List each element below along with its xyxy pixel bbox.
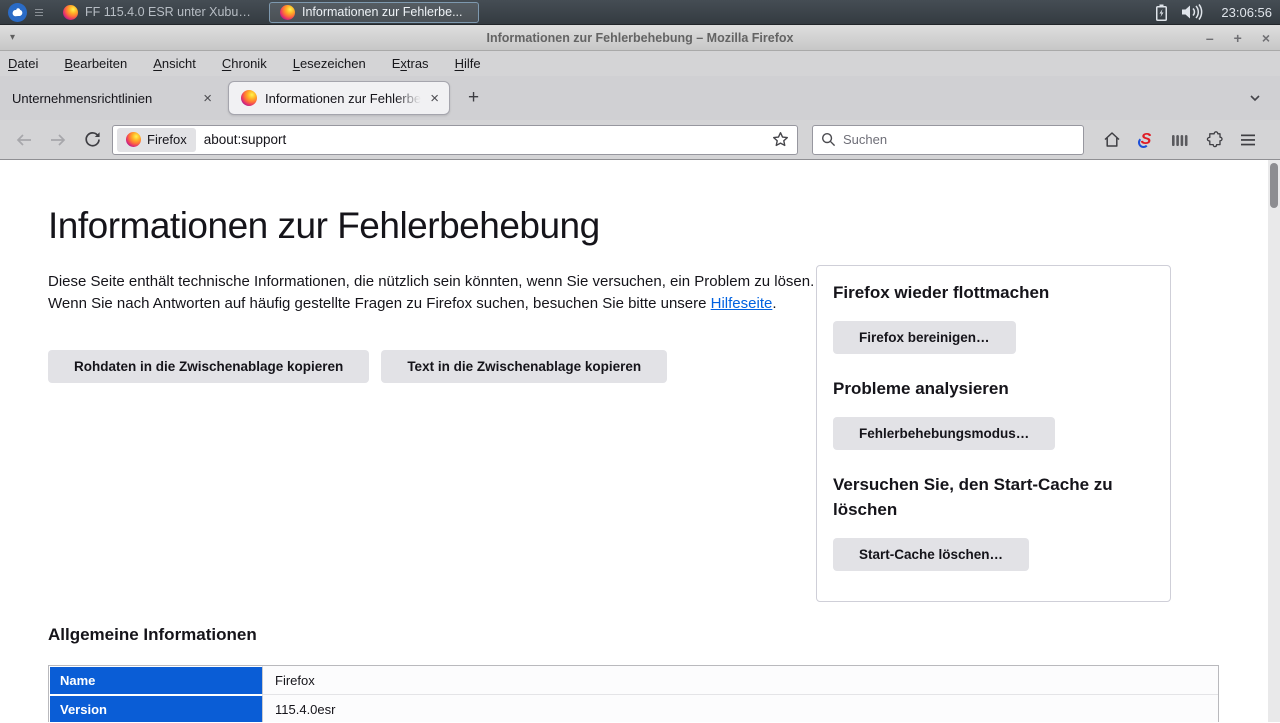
- tab-title: Informationen zur Fehlerbehebung: [265, 91, 424, 106]
- s-extension-button[interactable]: S: [1132, 126, 1160, 154]
- section-heading-general: Allgemeine Informationen: [48, 625, 257, 645]
- copy-raw-button[interactable]: Rohdaten in die Zwischenablage kopieren: [48, 350, 369, 383]
- identity-chip[interactable]: Firefox: [117, 128, 196, 152]
- browser-menubar: Datei Bearbeiten Ansicht Chronik Lesezei…: [0, 51, 1280, 76]
- url-input[interactable]: about:support: [204, 132, 764, 147]
- bookmark-star-icon[interactable]: [772, 131, 789, 148]
- battery-charging-icon[interactable]: [1156, 4, 1167, 21]
- taskbar-window-button-active[interactable]: Informationen zur Fehlerbe...: [269, 2, 479, 23]
- app-menu-button[interactable]: [1234, 126, 1262, 154]
- menu-datei[interactable]: Datei: [8, 56, 38, 71]
- mouse-logo-icon: [11, 6, 24, 19]
- clear-startup-cache-button[interactable]: Start-Cache löschen…: [833, 538, 1029, 571]
- sidebar-heading-refresh: Firefox wieder flottmachen: [833, 280, 1154, 305]
- tab-close-icon[interactable]: ×: [203, 91, 212, 106]
- menu-chronik[interactable]: Chronik: [222, 56, 267, 71]
- back-arrow-icon: [15, 132, 33, 148]
- forward-arrow-icon: [49, 132, 67, 148]
- navigation-toolbar: Firefox about:support Suchen S: [0, 120, 1280, 160]
- page-content: Informationen zur Fehlerbehebung Diese S…: [0, 160, 1280, 722]
- copy-text-button[interactable]: Text in die Zwischenablage kopieren: [381, 350, 667, 383]
- s-extension-icon: S: [1141, 132, 1152, 148]
- help-page-link[interactable]: Hilfeseite: [711, 295, 773, 312]
- menu-bearbeiten[interactable]: Bearbeiten: [64, 56, 127, 71]
- table-row: Version 115.4.0esr: [49, 695, 1218, 722]
- row-label: Version: [49, 695, 263, 722]
- search-input[interactable]: Suchen: [843, 132, 887, 147]
- minimize-button[interactable]: –: [1206, 31, 1214, 45]
- menu-hilfe[interactable]: Hilfe: [455, 56, 481, 71]
- applications-menu-icon[interactable]: [8, 3, 27, 22]
- menu-extras[interactable]: Extras: [392, 56, 429, 71]
- tab-bar: Unternehmensrichtlinien × Informationen …: [0, 76, 1280, 120]
- home-icon: [1103, 131, 1121, 148]
- page-title: Informationen zur Fehlerbehebung: [48, 205, 848, 247]
- window-button-label: Informationen zur Fehlerbe...: [302, 5, 463, 19]
- tab-unternehmensrichtlinien[interactable]: Unternehmensrichtlinien ×: [0, 76, 222, 120]
- sidebar-heading-startupcache: Versuchen Sie, den Start-Cache zu lösche…: [833, 472, 1154, 522]
- row-value: 115.4.0esr: [263, 695, 1218, 722]
- page-scrollbar[interactable]: [1268, 160, 1280, 722]
- close-button[interactable]: ×: [1262, 31, 1270, 45]
- fence-icon: [1171, 132, 1189, 148]
- firefox-favicon-icon: [241, 90, 257, 106]
- reload-icon: [84, 131, 101, 148]
- maximize-button[interactable]: +: [1234, 31, 1242, 45]
- refresh-firefox-button[interactable]: Firefox bereinigen…: [833, 321, 1016, 354]
- puzzle-piece-icon: [1206, 131, 1223, 148]
- chevron-down-icon: [1248, 91, 1262, 105]
- desktop-panel: FF 115.4.0 ESR unter Xubunt... Informati…: [0, 0, 1280, 25]
- extensions-button[interactable]: [1200, 126, 1228, 154]
- reload-button[interactable]: [78, 126, 106, 154]
- sidebar-heading-analyze: Probleme analysieren: [833, 376, 1154, 401]
- taskbar-window-button[interactable]: FF 115.4.0 ESR unter Xubunt...: [53, 2, 263, 23]
- list-all-tabs-button[interactable]: [1234, 91, 1276, 105]
- volume-icon[interactable]: [1181, 4, 1203, 20]
- tab-title: Unternehmensrichtlinien: [12, 91, 197, 106]
- panel-clock[interactable]: 23:06:56: [1221, 5, 1272, 20]
- window-titlebar: ▾ Informationen zur Fehlerbehebung – Moz…: [0, 25, 1280, 51]
- troubleshoot-sidebar: Firefox wieder flottmachen Firefox berei…: [816, 265, 1171, 602]
- url-bar[interactable]: Firefox about:support: [112, 125, 798, 155]
- tab-fehlerbehebung-active[interactable]: Informationen zur Fehlerbehebung ×: [228, 81, 450, 115]
- scrollbar-thumb[interactable]: [1270, 163, 1278, 208]
- firefox-icon: [63, 5, 78, 20]
- identity-chip-label: Firefox: [147, 132, 187, 147]
- home-button[interactable]: [1098, 126, 1126, 154]
- window-button-label: FF 115.4.0 ESR unter Xubunt...: [85, 5, 253, 19]
- new-tab-button[interactable]: +: [456, 87, 491, 109]
- row-value: Firefox: [263, 666, 1218, 695]
- window-title: Informationen zur Fehlerbehebung – Mozil…: [0, 31, 1280, 45]
- search-bar[interactable]: Suchen: [812, 125, 1084, 155]
- tab-close-icon[interactable]: ×: [430, 91, 439, 106]
- menu-lesezeichen[interactable]: Lesezeichen: [293, 56, 366, 71]
- firefox-icon: [280, 5, 295, 20]
- search-icon: [821, 132, 836, 147]
- forward-button[interactable]: [44, 126, 72, 154]
- troubleshoot-mode-button[interactable]: Fehlerbehebungsmodus…: [833, 417, 1055, 450]
- fence-extension-button[interactable]: [1166, 126, 1194, 154]
- panel-separator-handle: [35, 9, 43, 16]
- back-button[interactable]: [10, 126, 38, 154]
- hamburger-menu-icon: [1240, 133, 1256, 147]
- menu-ansicht[interactable]: Ansicht: [153, 56, 196, 71]
- row-label: Name: [49, 666, 263, 695]
- firefox-icon: [126, 132, 141, 147]
- intro-paragraph: Diese Seite enthält technische Informati…: [48, 271, 840, 315]
- table-row: Name Firefox: [49, 666, 1218, 695]
- general-info-table: Name Firefox Version 115.4.0esr: [48, 665, 1219, 722]
